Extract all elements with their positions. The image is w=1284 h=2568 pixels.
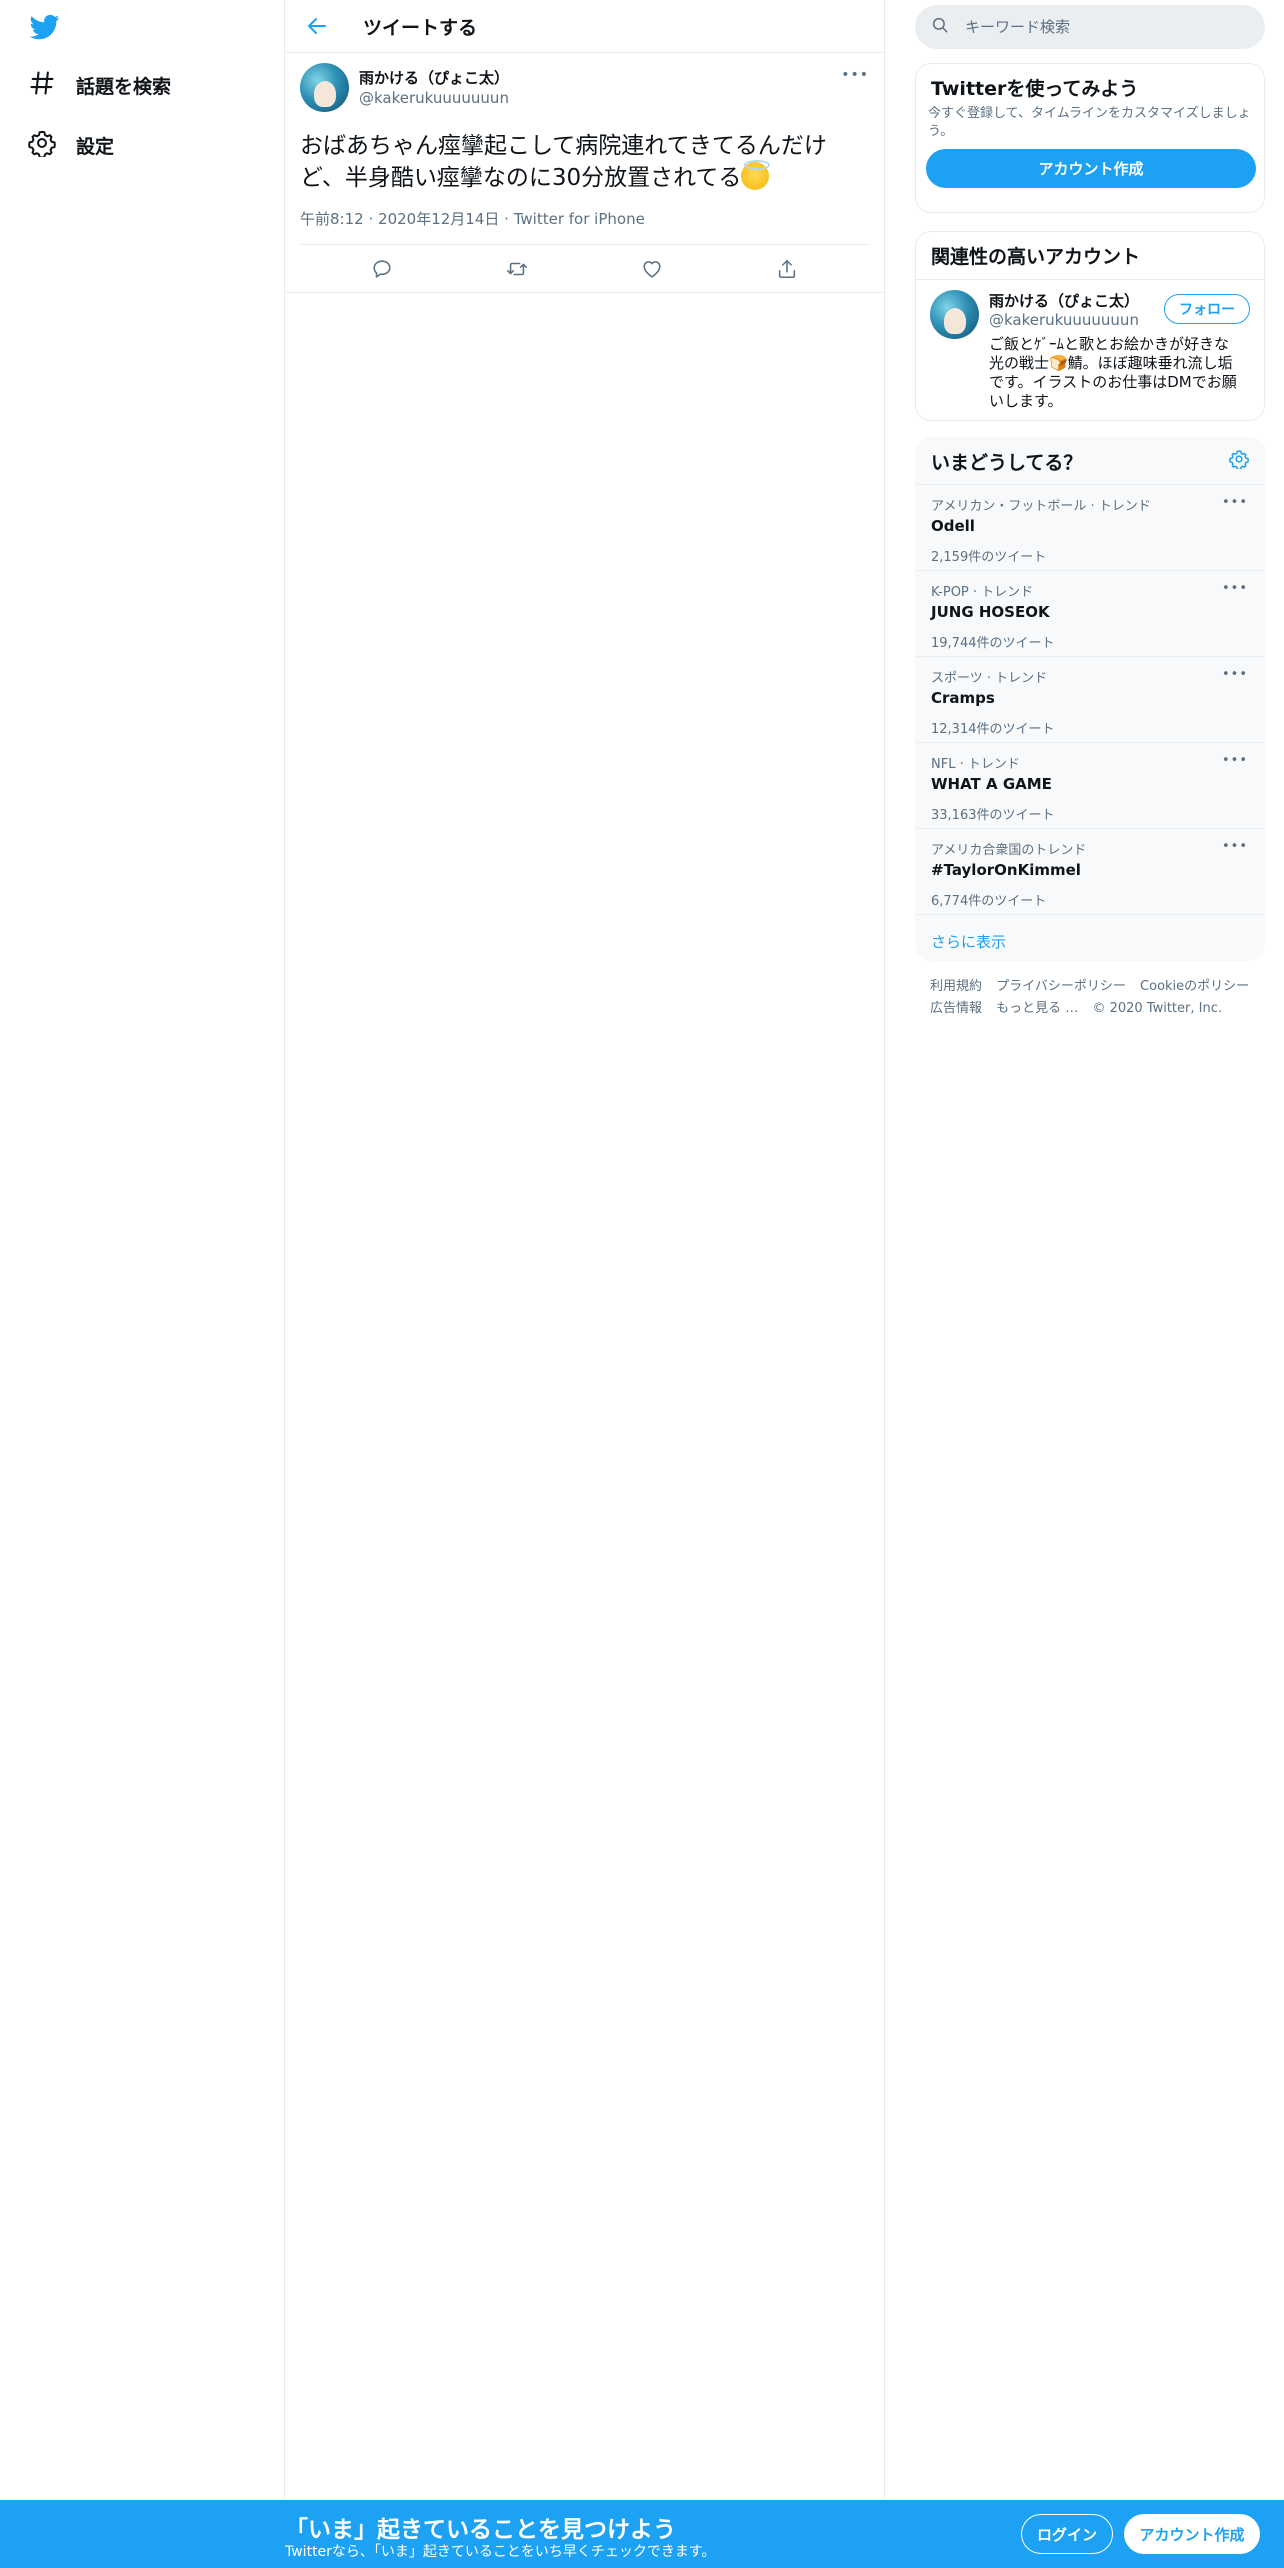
trend-count: 19,744件のツイート — [931, 636, 1055, 651]
trends-title: いまどうしてる？ — [931, 451, 1083, 474]
related-card-title: 関連性の高いアカウント — [916, 232, 1264, 280]
signup-card-description: 今すぐ登録して、タイムラインをカスタマイズしましょう。 — [928, 106, 1251, 139]
trend-category: アメリカ合衆国のトレンド — [931, 843, 1087, 858]
more-options-icon[interactable]: ••• — [841, 67, 869, 83]
trend-category: スポーツ · トレンド — [931, 671, 1048, 686]
follow-button[interactable]: フォロー — [1164, 294, 1250, 324]
main-header: ツイートする — [285, 0, 884, 53]
search-icon — [931, 16, 949, 38]
footer-cookie-link[interactable]: Cookieのポリシー — [1140, 979, 1249, 994]
trend-count: 6,774件のツイート — [931, 894, 1047, 909]
left-sidebar: 話題を検索 設定 — [0, 0, 285, 2500]
smiling-face-with-halo-icon — [741, 160, 771, 190]
trend-category: K-POP · トレンド — [931, 585, 1034, 600]
author-handle[interactable]: @kakerukuuuuuuun — [359, 89, 509, 107]
tweet-source[interactable]: Twitter for iPhone — [514, 210, 645, 228]
related-accounts-card: 関連性の高いアカウント 雨かける（ぴょこ太） @kakerukuuuuuuun … — [915, 231, 1265, 421]
trend-category: アメリカン・フットボール · トレンド — [931, 499, 1151, 514]
trend-count: 12,314件のツイート — [931, 722, 1055, 737]
twitter-bird-icon[interactable] — [28, 12, 62, 42]
tweet-date[interactable]: 2020年12月14日 — [378, 210, 499, 228]
tweet-author[interactable]: 雨かける（ぴょこ太） @kakerukuuuuuuun — [300, 63, 869, 113]
nav-explore[interactable]: 話題を検索 — [28, 65, 171, 105]
show-more-link[interactable]: さらに表示 — [916, 915, 1264, 960]
search-box[interactable] — [915, 5, 1265, 49]
arrow-left-icon[interactable] — [305, 14, 329, 38]
gear-icon — [28, 129, 56, 161]
trends-card: いまどうしてる？ アメリカン・フットボール · トレンド Odell 2,159… — [915, 437, 1265, 961]
more-options-icon[interactable]: ••• — [1222, 839, 1248, 854]
related-user[interactable]: 雨かける（ぴょこ太） @kakerukuuuuuuun ご飯とｹﾞｰﾑと歌とお絵… — [916, 280, 1264, 420]
tweet-time[interactable]: 午前8:12 — [300, 210, 364, 228]
meta-separator: · — [504, 210, 509, 228]
trend-count: 33,163件のツイート — [931, 808, 1055, 823]
related-user-bio: ご飯とｹﾞｰﾑと歌とお絵かきが好きな光の戦士🍞鯖。ほぼ趣味垂れ流し垢です。イラス… — [989, 335, 1237, 410]
bottom-bar-title: 「いま」起きていることを見つけよう — [285, 2517, 676, 2543]
bottom-bar-subtitle: Twitterなら、「いま」起きていることをいち早くチェックできます。 — [285, 2544, 716, 2560]
trend-item[interactable]: K-POP · トレンド JUNG HOSEOK 19,744件のツイート ••… — [916, 571, 1264, 657]
trend-item[interactable]: NFL · トレンド WHAT A GAME 33,163件のツイート ••• — [916, 743, 1264, 829]
footer-terms-link[interactable]: 利用規約 — [930, 979, 982, 994]
trend-item[interactable]: アメリカン・フットボール · トレンド Odell 2,159件のツイート ••… — [916, 485, 1264, 571]
more-options-icon[interactable]: ••• — [1222, 753, 1248, 768]
footer-ads-link[interactable]: 広告情報 — [930, 1001, 982, 1016]
page-title: ツイートする — [363, 16, 478, 39]
trend-name: WHAT A GAME — [931, 775, 1052, 793]
signup-card: Twitterを使ってみよう 今すぐ登録して、タイムラインをカスタマイズしましょ… — [915, 63, 1265, 213]
main-column: ツイートする 雨かける（ぴょこ太） @kakerukuuuuuuun ••• お… — [285, 0, 885, 2500]
tweet-text: おばあちゃん痙攣起こして病院連れてきてるんだけど、半身酷い痙攣なのに30分放置さ… — [300, 131, 860, 194]
author-name[interactable]: 雨かける（ぴょこ太） — [359, 67, 509, 88]
trend-item[interactable]: スポーツ · トレンド Cramps 12,314件のツイート ••• — [916, 657, 1264, 743]
nav-settings[interactable]: 設定 — [28, 125, 114, 165]
nav-explore-label: 話題を検索 — [76, 75, 172, 98]
trends-header: いまどうしてる？ — [916, 438, 1264, 485]
login-button[interactable]: ログイン — [1021, 2514, 1113, 2554]
footer-more-link[interactable]: もっと見る … — [996, 1001, 1078, 1016]
trend-name: JUNG HOSEOK — [931, 603, 1050, 621]
footer-links: 利用規約 プライバシーポリシー Cookieのポリシー 広告情報 もっと見る …… — [930, 976, 1260, 1020]
gear-icon[interactable] — [1229, 449, 1249, 473]
footer-privacy-link[interactable]: プライバシーポリシー — [996, 979, 1126, 994]
avatar[interactable] — [930, 290, 979, 339]
trend-name: Cramps — [931, 689, 995, 707]
more-options-icon[interactable]: ••• — [1222, 495, 1248, 510]
reply-icon[interactable] — [371, 258, 393, 280]
trend-count: 2,159件のツイート — [931, 550, 1047, 565]
create-account-button[interactable]: アカウント作成 — [926, 149, 1256, 188]
footer-copyright: © 2020 Twitter, Inc. — [1092, 1001, 1222, 1016]
avatar[interactable] — [300, 63, 349, 112]
hashtag-icon — [28, 69, 56, 101]
meta-separator: · — [368, 210, 374, 228]
trend-name: #TaylorOnKimmel — [931, 861, 1081, 879]
trend-item[interactable]: アメリカ合衆国のトレンド #TaylorOnKimmel 6,774件のツイート… — [916, 829, 1264, 915]
tweet-actions — [285, 245, 884, 293]
share-icon[interactable] — [776, 258, 798, 280]
nav-settings-label: 設定 — [76, 135, 115, 158]
tweet-meta: 午前8:12 · 2020年12月14日 · Twitter for iPhon… — [300, 208, 869, 245]
tweet: 雨かける（ぴょこ太） @kakerukuuuuuuun ••• おばあちゃん痙攣… — [285, 53, 884, 293]
retweet-icon[interactable] — [506, 258, 528, 280]
trend-name: Odell — [931, 517, 975, 535]
more-options-icon[interactable]: ••• — [1222, 667, 1248, 682]
like-heart-icon[interactable] — [641, 258, 663, 280]
more-options-icon[interactable]: ••• — [1222, 581, 1248, 596]
signup-card-title: Twitterを使ってみよう — [931, 78, 1139, 100]
search-input[interactable] — [965, 18, 1245, 36]
author-meta: 雨かける（ぴょこ太） @kakerukuuuuuuun — [359, 63, 509, 107]
signup-button[interactable]: アカウント作成 — [1124, 2514, 1260, 2554]
bottom-signup-bar: 「いま」起きていることを見つけよう Twitterなら、「いま」起きていることを… — [0, 2500, 1284, 2568]
trend-category: NFL · トレンド — [931, 757, 1020, 772]
